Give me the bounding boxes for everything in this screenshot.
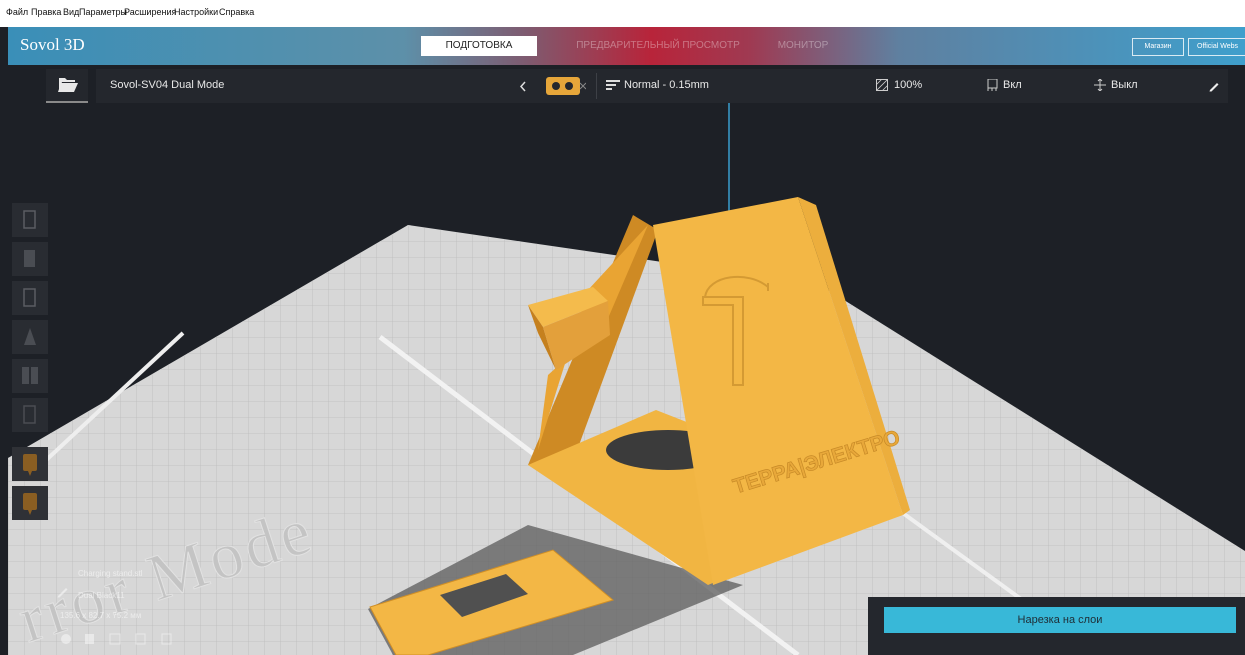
extruder-1-button[interactable] — [12, 447, 48, 481]
infill-icon — [876, 79, 888, 91]
print-profile[interactable]: Normal - 0.15mm — [624, 79, 709, 91]
view-front-icon[interactable] — [85, 634, 94, 644]
support-blocker-button[interactable] — [12, 398, 48, 432]
object-actions[interactable] — [58, 631, 188, 647]
menu-view[interactable]: Вид — [63, 7, 79, 17]
view-right-icon[interactable] — [161, 633, 172, 645]
adhesion-value[interactable]: Выкл — [1111, 79, 1138, 91]
pencil-icon[interactable] — [1208, 80, 1220, 92]
menu-bar: Файл Правка Вид Параметры Расширения Нас… — [0, 0, 1245, 27]
tab-preview[interactable]: ПРЕДВАРИТЕЛЬНЫЙ ПРОСМОТР — [558, 36, 758, 56]
printer-name[interactable]: Sovol-SV04 Dual Mode — [110, 79, 224, 91]
open-file-button[interactable] — [46, 69, 88, 103]
website-button[interactable]: Official Webs — [1188, 38, 1245, 56]
rotate-tool-button[interactable] — [12, 281, 48, 315]
scale-tool-button[interactable] — [12, 242, 48, 276]
tab-monitor[interactable]: МОНИТОР — [768, 36, 838, 56]
chevron-left-icon[interactable] — [518, 81, 528, 92]
infill-value[interactable]: 100% — [894, 79, 922, 91]
view-left-icon[interactable] — [135, 633, 146, 645]
app-logo: Sovol 3D — [20, 35, 85, 54]
viewport-3d[interactable]: rror Mode ТЕРРА|ЭЛЕКТРО Sovol-SV04 Dual … — [8, 65, 1245, 655]
view-3d-icon[interactable] — [61, 634, 71, 644]
app-header: Sovol 3D ПОДГОТОВКА ПРЕДВАРИТЕЛЬНЫЙ ПРОС… — [8, 27, 1245, 65]
slice-panel: Нарезка на слои — [868, 597, 1245, 655]
support-icon — [987, 79, 998, 91]
scene-canvas[interactable]: rror Mode ТЕРРА|ЭЛЕКТРО — [8, 65, 1245, 655]
menu-extensions[interactable]: Расширения — [124, 7, 176, 17]
marketplace-button[interactable]: Магазин — [1132, 38, 1184, 56]
adhesion-icon — [1094, 79, 1106, 91]
slice-button[interactable]: Нарезка на слои — [884, 607, 1236, 633]
view-top-icon[interactable] — [109, 633, 121, 645]
per-model-settings-button[interactable] — [12, 359, 48, 393]
menu-edit[interactable]: Правка — [31, 7, 61, 17]
menu-help[interactable]: Справка — [219, 7, 254, 17]
menu-preferences[interactable]: Настройки — [174, 7, 218, 17]
menu-settings[interactable]: Параметры — [79, 7, 127, 17]
print-setup-toolbar: Sovol-SV04 Dual Mode Normal - 0.15mm 100… — [96, 69, 1228, 103]
mirror-tool-button[interactable] — [12, 320, 48, 354]
pencil-icon — [57, 588, 68, 598]
move-tool-button[interactable] — [12, 203, 48, 237]
profile-icon — [606, 80, 620, 90]
toolbar-divider — [596, 73, 597, 99]
folder-open-icon — [58, 78, 78, 92]
extruder-selector-icon[interactable] — [546, 74, 586, 98]
support-value[interactable]: Вкл — [1003, 79, 1022, 91]
object-dimensions: 135.6 x 82.7 x 75.2 мм — [60, 611, 142, 620]
extruder-2-button[interactable] — [12, 486, 48, 520]
menu-file[interactable]: Файл — [6, 7, 28, 17]
tab-prepare[interactable]: ПОДГОТОВКА — [421, 36, 537, 56]
object-material: Dual Black11 — [78, 591, 125, 600]
object-name: Charging stand.stl — [78, 569, 143, 578]
